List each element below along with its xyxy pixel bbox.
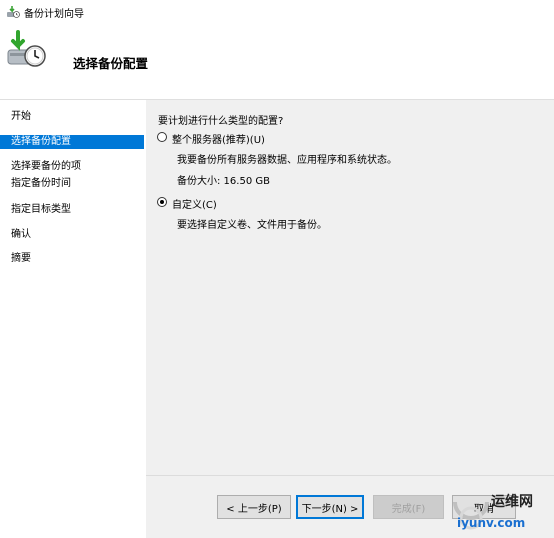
- previous-button[interactable]: < 上一步(P): [217, 495, 291, 519]
- next-button[interactable]: 下一步(N) >: [296, 495, 364, 519]
- backup-size-text: 备份大小: 16.50 GB: [177, 176, 270, 187]
- custom-description: 要选择自定义卷、文件用于备份。: [177, 220, 327, 231]
- page-title: 选择备份配置: [73, 56, 149, 71]
- main-content: 要计划进行什么类型的配置? 整个服务器(推荐)(U) 我要备份所有服务器数据、应…: [146, 100, 554, 475]
- site-watermark: 运维网 iyunv.com: [447, 488, 554, 537]
- custom-label[interactable]: 自定义(C): [172, 196, 217, 211]
- wizard-header: 选择备份配置: [0, 24, 554, 100]
- wizard-steps-sidebar: 开始 选择备份配置 选择要备份的项 指定备份时间 指定目标类型 确认 摘要: [0, 100, 146, 537]
- config-question: 要计划进行什么类型的配置?: [158, 116, 284, 127]
- title-bar: 备份计划向导: [0, 0, 554, 25]
- step-summary[interactable]: 摘要: [0, 252, 144, 266]
- step-start[interactable]: 开始: [0, 110, 144, 124]
- full-server-radio[interactable]: [157, 132, 167, 142]
- step-specify-target[interactable]: 指定目标类型: [0, 203, 144, 217]
- step-select-items[interactable]: 选择要备份的项: [0, 160, 144, 174]
- backup-wizard-icon: [6, 5, 20, 19]
- backup-clock-icon: [6, 30, 46, 70]
- step-specify-time[interactable]: 指定备份时间: [0, 177, 144, 191]
- custom-radio[interactable]: [157, 197, 167, 207]
- finish-button[interactable]: 完成(F): [373, 495, 444, 519]
- full-server-description: 我要备份所有服务器数据、应用程序和系统状态。: [177, 155, 397, 166]
- step-confirm[interactable]: 确认: [0, 228, 144, 242]
- window-title: 备份计划向导: [24, 9, 84, 20]
- watermark-url-text: iyunv.com: [457, 516, 526, 530]
- full-server-label[interactable]: 整个服务器(推荐)(U): [172, 131, 265, 146]
- watermark-cn-text: 运维网: [491, 494, 533, 510]
- step-select-backup-config[interactable]: 选择备份配置: [0, 135, 144, 149]
